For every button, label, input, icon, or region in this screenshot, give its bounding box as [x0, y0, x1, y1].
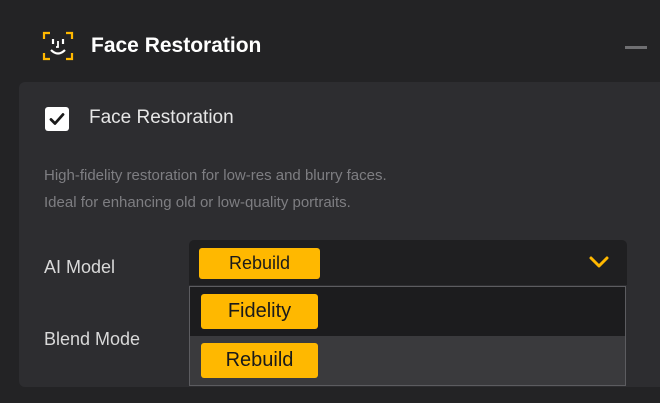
face-restoration-checkbox[interactable] [45, 107, 69, 131]
description-line-1: High-fidelity restoration for low-res an… [44, 167, 387, 184]
face-scan-icon [42, 31, 74, 61]
face-restoration-label[interactable]: Face Restoration [89, 106, 234, 130]
blend-mode-label: Blend Mode [44, 329, 141, 349]
collapse-button[interactable] [622, 34, 650, 58]
ai-model-label: AI Model [44, 257, 116, 277]
checkmark-icon [49, 113, 65, 125]
chevron-down-icon [589, 256, 609, 268]
option-tag: Rebuild [201, 343, 318, 378]
section-header: Face Restoration [0, 0, 660, 78]
option-tag: Fidelity [201, 294, 318, 329]
dropdown-option-rebuild[interactable]: Rebuild [190, 336, 625, 385]
selected-model-tag: Rebuild [199, 248, 320, 279]
description-line-2: Ideal for enhancing old or low-quality p… [44, 194, 351, 211]
ai-model-select[interactable]: Rebuild [189, 240, 627, 285]
ai-model-dropdown: Fidelity Rebuild [189, 286, 626, 386]
section-title: Face Restoration [91, 34, 262, 57]
minus-icon [625, 46, 647, 49]
dropdown-option-fidelity[interactable]: Fidelity [190, 287, 625, 336]
